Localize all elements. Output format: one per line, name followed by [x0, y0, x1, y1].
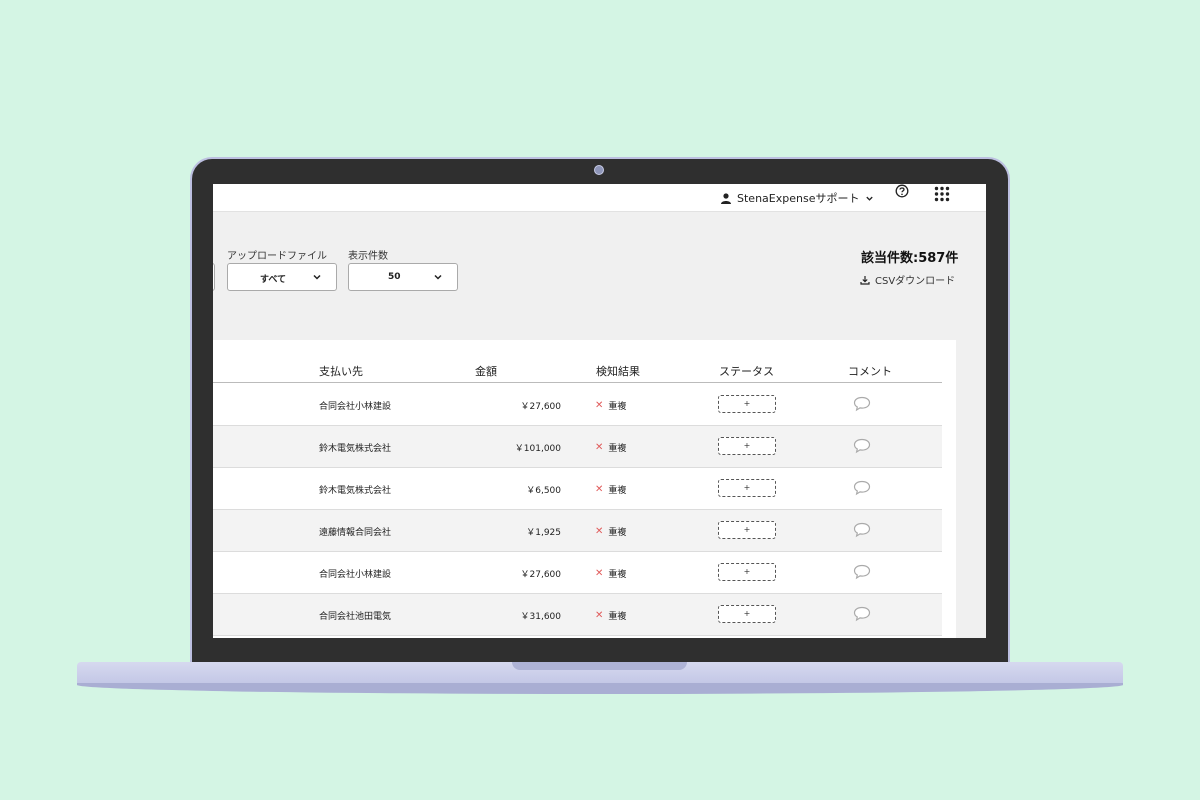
apps-grid-icon[interactable]: [934, 186, 950, 202]
result-label: 重複: [608, 402, 627, 412]
result-cell: ✕ 重複: [595, 609, 626, 622]
result-label: 重複: [608, 486, 627, 496]
comment-icon[interactable]: [853, 438, 871, 454]
comment-icon[interactable]: [853, 396, 871, 412]
csv-download-label: CSVダウンロード: [875, 276, 956, 287]
table-row[interactable]: 鈴木電気株式会社 ￥101,000 ✕ 重複 +: [213, 426, 942, 468]
table-header: 支払い先 金額 検知結果 ステータス コメント: [213, 340, 942, 383]
upload-file-value: すべて: [260, 275, 287, 285]
payee-cell: 合同会社小林建設: [319, 402, 392, 412]
comment-icon[interactable]: [853, 480, 871, 496]
table-row[interactable]: 鈴木電気株式会社 ￥6,500 ✕ 重複 +: [213, 468, 942, 510]
column-header-result: 検知結果: [596, 365, 640, 378]
amount-cell: ￥27,600: [520, 570, 562, 580]
download-icon: [860, 275, 870, 285]
table-row[interactable]: 合同会社小林建設 ￥27,600 ✕ 重複 +: [213, 552, 942, 594]
result-cell: ✕ 重複: [595, 483, 626, 496]
result-cell: ✕ 重複: [595, 441, 626, 454]
result-cell: ✕ 重複: [595, 399, 626, 412]
chevron-down-icon: [866, 196, 874, 201]
result-label: 重複: [608, 570, 627, 580]
close-icon: ✕: [595, 400, 604, 411]
comment-icon[interactable]: [853, 522, 871, 538]
column-header-status: ステータス: [719, 365, 774, 378]
comment-icon[interactable]: [853, 606, 871, 622]
page-size-select[interactable]: 50: [348, 263, 458, 291]
amount-cell: ￥101,000: [514, 444, 561, 454]
csv-download-link[interactable]: CSVダウンロード: [860, 272, 955, 287]
status-add-button[interactable]: +: [718, 437, 776, 455]
user-name: StenaExpenseサポート: [737, 192, 860, 205]
results-table: 支払い先 金額 検知結果 ステータス コメント 合同会社小林建設 ￥27,600 ✕…: [213, 340, 956, 638]
laptop-notch: [512, 662, 687, 670]
amount-cell: ￥27,600: [520, 402, 562, 412]
status-add-button[interactable]: +: [718, 605, 776, 623]
payee-cell: 合同会社小林建設: [319, 570, 392, 580]
comment-icon[interactable]: [853, 564, 871, 580]
result-cell: ✕ 重複: [595, 525, 626, 538]
upload-file-label: アップロードファイル: [227, 251, 327, 262]
close-icon: ✕: [595, 526, 604, 537]
column-header-comment: コメント: [848, 365, 892, 378]
payee-cell: 合同会社池田電気: [319, 612, 392, 622]
status-add-button[interactable]: +: [718, 521, 776, 539]
close-icon: ✕: [595, 610, 604, 621]
chevron-down-icon: [434, 274, 442, 280]
amount-cell: ￥1,925: [526, 528, 561, 538]
amount-cell: ￥31,600: [520, 612, 562, 622]
payee-cell: 遠藤情報合同会社: [319, 528, 392, 538]
webcam: [594, 165, 604, 175]
result-label: 重複: [608, 444, 627, 454]
close-icon: ✕: [595, 484, 604, 495]
table-row[interactable]: 合同会社小林建設 ￥27,600 ✕ 重複 +: [213, 384, 942, 426]
help-icon[interactable]: [895, 184, 909, 198]
user-menu[interactable]: StenaExpenseサポート: [721, 190, 874, 206]
close-icon: ✕: [595, 442, 604, 453]
column-header-amount: 金額: [475, 365, 497, 378]
result-count: 該当件数:587件: [861, 251, 959, 266]
status-add-button[interactable]: +: [718, 563, 776, 581]
chevron-down-icon: [313, 274, 321, 280]
result-cell: ✕ 重複: [595, 567, 626, 580]
top-bar: StenaExpenseサポート: [213, 184, 986, 212]
upload-file-select[interactable]: すべて: [227, 263, 337, 291]
table-row[interactable]: 合同会社池田電気 ￥31,600 ✕ 重複 +: [213, 594, 942, 636]
page-size-label: 表示件数: [348, 251, 388, 262]
table-row[interactable]: 遠藤情報合同会社 ￥1,925 ✕ 重複 +: [213, 510, 942, 552]
result-label: 重複: [608, 612, 627, 622]
payee-cell: 鈴木電気株式会社: [319, 444, 392, 454]
status-add-button[interactable]: +: [718, 479, 776, 497]
close-icon: ✕: [595, 568, 604, 579]
user-icon: [721, 192, 731, 204]
payee-cell: 鈴木電気株式会社: [319, 486, 392, 496]
laptop-base-bottom: [77, 683, 1123, 694]
result-label: 重複: [608, 528, 627, 538]
app-screen: StenaExpenseサポート アップロードファイル すべて 表示件数 50: [213, 184, 986, 638]
column-header-payee: 支払い先: [319, 365, 363, 378]
amount-cell: ￥6,500: [526, 486, 561, 496]
page-size-value: 50: [388, 272, 401, 282]
previous-filter-select[interactable]: [213, 263, 215, 291]
status-add-button[interactable]: +: [718, 395, 776, 413]
